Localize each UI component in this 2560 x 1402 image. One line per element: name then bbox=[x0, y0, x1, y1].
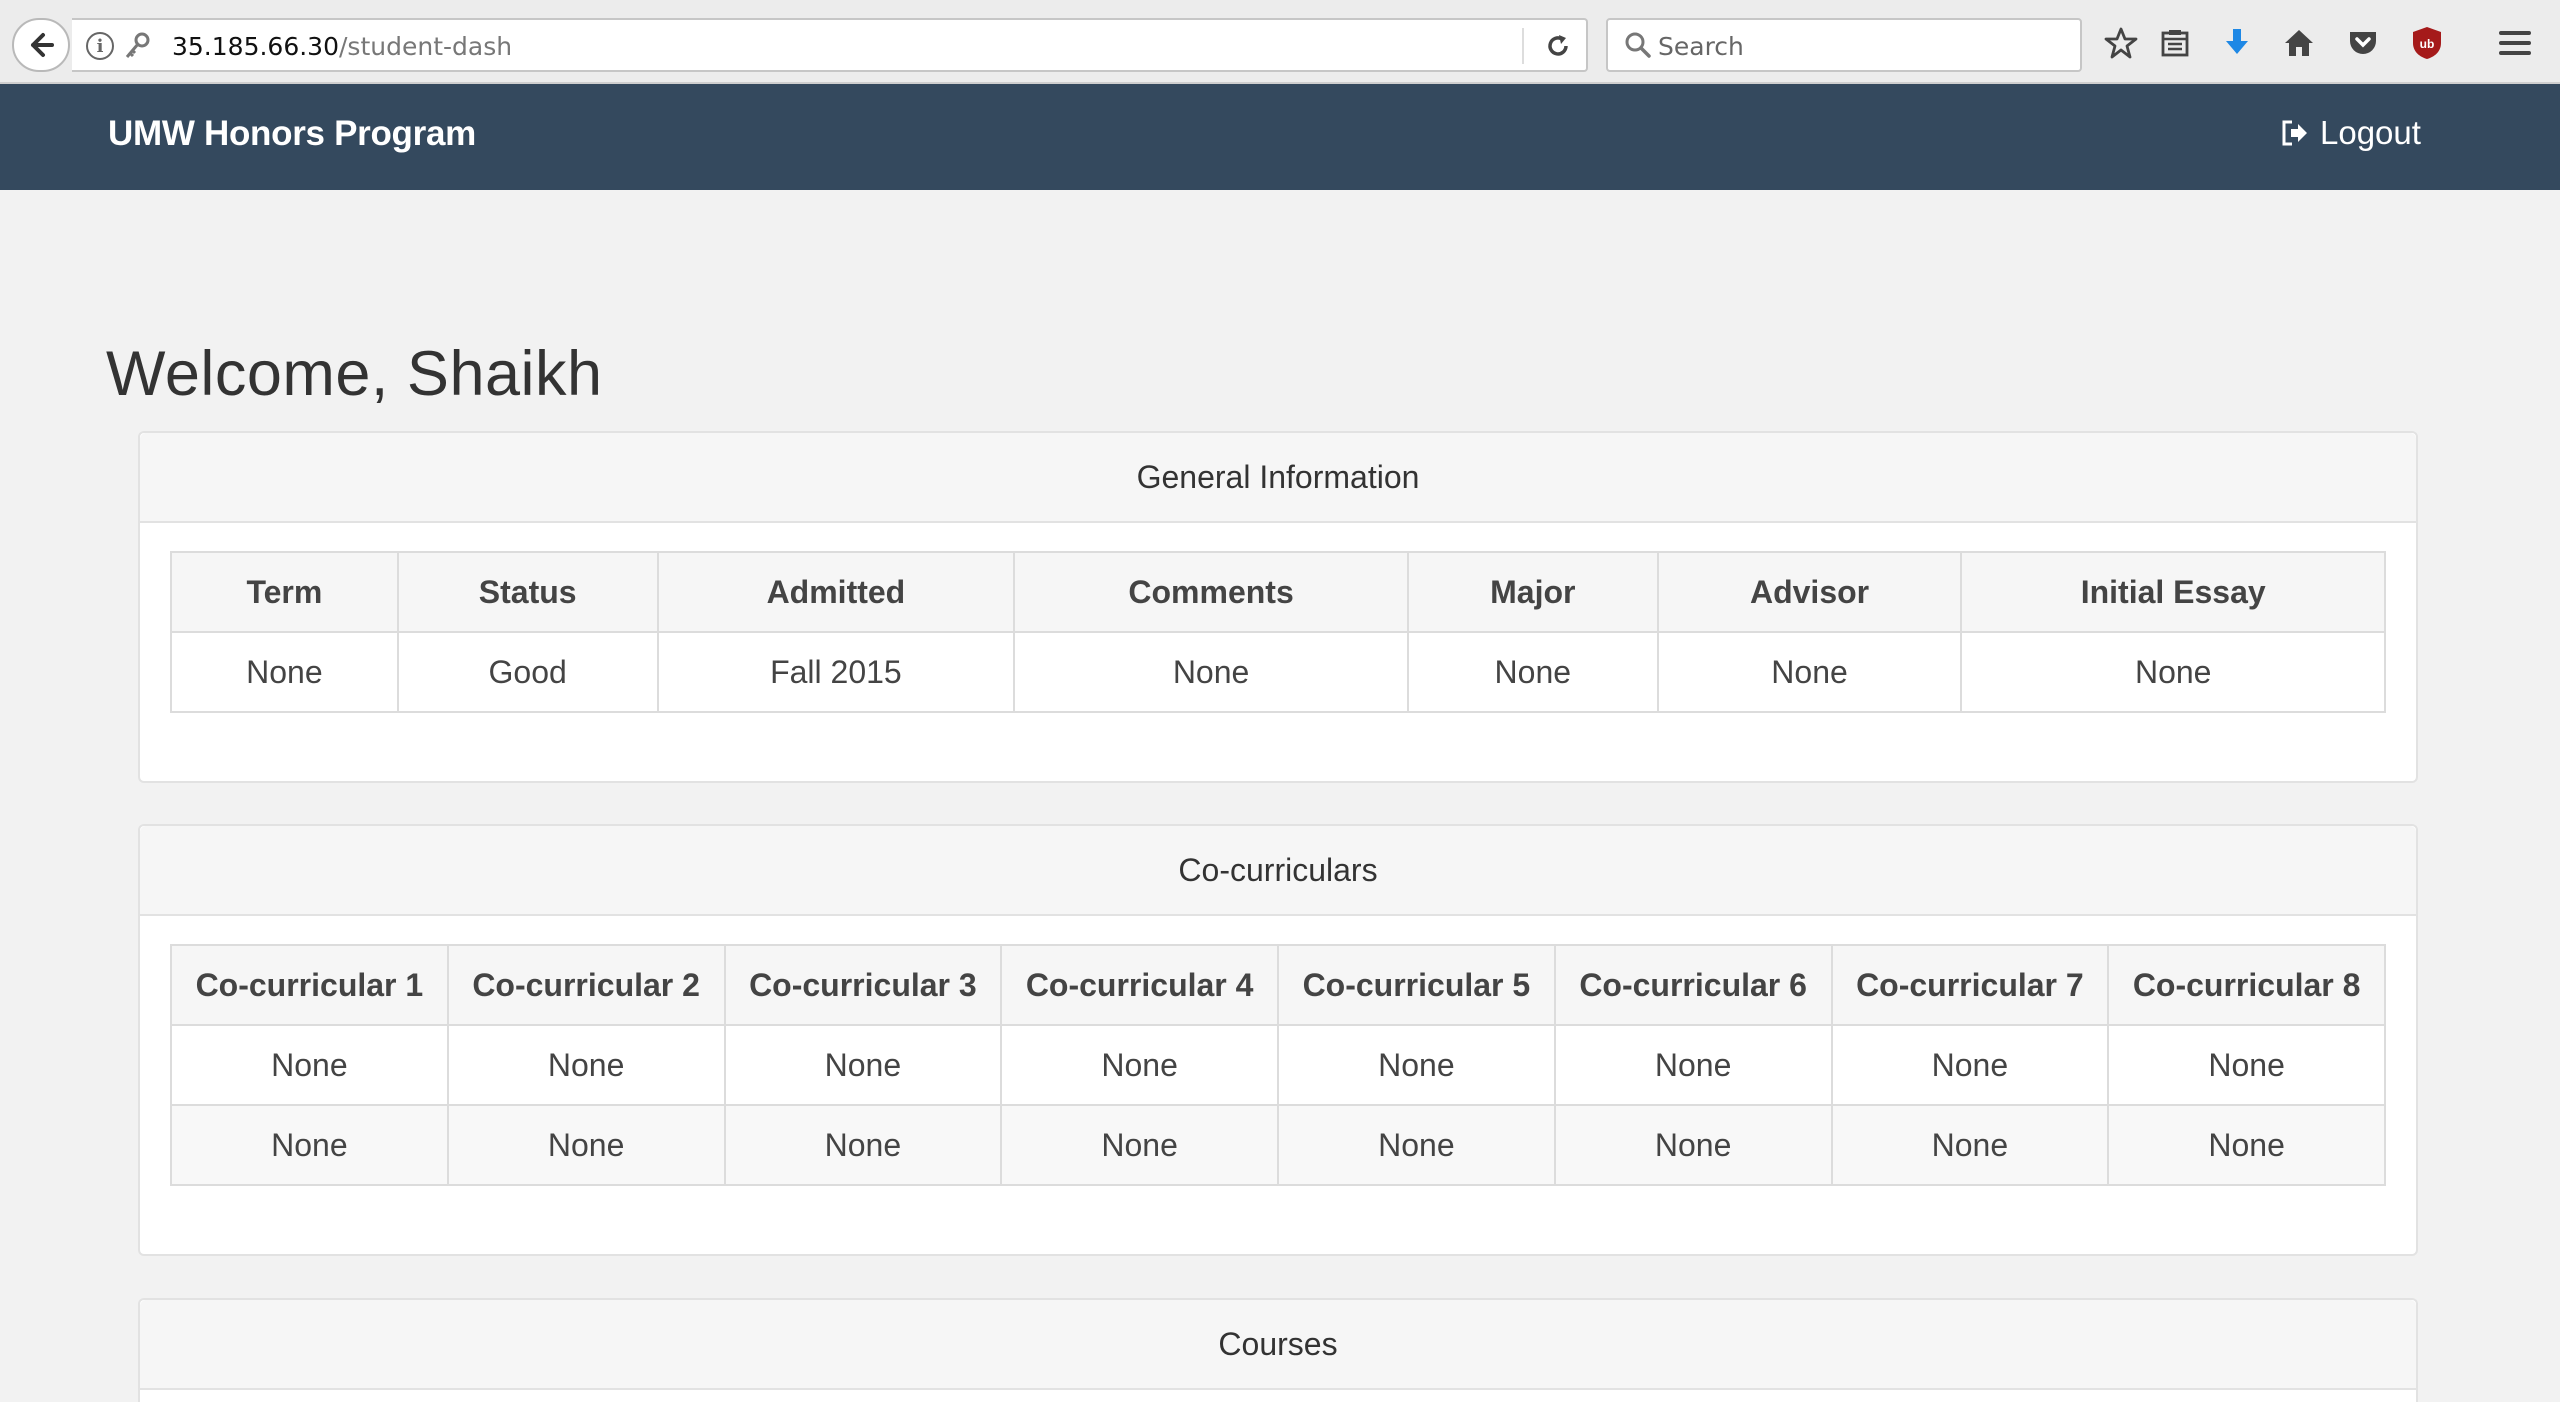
column-header: Advisor bbox=[1656, 551, 1963, 633]
column-header: Co-curricular 3 bbox=[723, 944, 1003, 1026]
table-cell: None bbox=[1830, 1024, 2110, 1106]
table-cell: None bbox=[723, 1104, 1003, 1186]
column-header: Co-curricular 7 bbox=[1830, 944, 2110, 1026]
table-cell: None bbox=[2107, 1104, 2386, 1186]
general-information-panel: General Information Term Status Admitted… bbox=[138, 431, 2418, 783]
reading-list-icon[interactable] bbox=[2152, 20, 2198, 66]
table-cell: None bbox=[446, 1024, 726, 1106]
arrow-left-icon bbox=[31, 33, 54, 57]
browser-toolbar: i 35.185.66.30/student-dash Search ub bbox=[0, 0, 2560, 84]
url-bar[interactable]: i 35.185.66.30/student-dash bbox=[72, 18, 1588, 72]
url-separator bbox=[1522, 28, 1524, 64]
table-row: None None None None None None None None bbox=[170, 1104, 2386, 1186]
table-row: None None None None None None None None bbox=[170, 1024, 2386, 1106]
star-icon[interactable] bbox=[2098, 20, 2144, 66]
general-information-table: Term Status Admitted Comments Major Advi… bbox=[170, 551, 2386, 713]
download-icon[interactable] bbox=[2214, 20, 2260, 66]
table-cell: None bbox=[446, 1104, 726, 1186]
table-cell: None bbox=[170, 1024, 449, 1106]
column-header: Co-curricular 2 bbox=[446, 944, 726, 1026]
search-icon bbox=[1622, 29, 1654, 61]
table-header-row: Term Status Admitted Comments Major Advi… bbox=[170, 551, 2386, 633]
search-input[interactable]: Search bbox=[1658, 32, 1744, 61]
table-cell: None bbox=[1960, 631, 2386, 713]
column-header: Initial Essay bbox=[1960, 551, 2386, 633]
column-header: Term bbox=[170, 551, 399, 633]
svg-text:ub: ub bbox=[2420, 37, 2435, 51]
column-header: Co-curricular 1 bbox=[170, 944, 449, 1026]
reload-button[interactable] bbox=[1538, 26, 1578, 66]
table-cell: Good bbox=[396, 631, 659, 713]
table-cell: None bbox=[170, 631, 399, 713]
table-cell: None bbox=[1000, 1104, 1279, 1186]
app-navbar: UMW Honors Program Logout bbox=[0, 84, 2560, 190]
info-icon[interactable]: i bbox=[86, 32, 114, 60]
pocket-icon[interactable] bbox=[2340, 20, 2386, 66]
table-cell: None bbox=[1000, 1024, 1279, 1106]
courses-heading: Courses bbox=[140, 1300, 2416, 1390]
table-cell: None bbox=[1277, 1024, 1556, 1106]
table-cell: None bbox=[1553, 1104, 1833, 1186]
table-cell: None bbox=[170, 1104, 449, 1186]
table-cell: None bbox=[723, 1024, 1003, 1106]
back-button[interactable] bbox=[12, 18, 70, 72]
table-cell: None bbox=[2107, 1024, 2386, 1106]
table-cell: None bbox=[1277, 1104, 1556, 1186]
brand-logo-text[interactable]: UMW Honors Program bbox=[108, 114, 476, 154]
co-curriculars-heading: Co-curriculars bbox=[140, 826, 2416, 916]
ublock-icon[interactable]: ub bbox=[2404, 20, 2450, 66]
table-cell: None bbox=[1830, 1104, 2110, 1186]
welcome-heading: Welcome, Shaikh bbox=[106, 339, 603, 409]
column-header: Co-curricular 4 bbox=[1000, 944, 1279, 1026]
url-host: 35.185.66.30 bbox=[172, 32, 339, 61]
column-header: Admitted bbox=[656, 551, 1016, 633]
co-curriculars-table: Co-curricular 1 Co-curricular 2 Co-curri… bbox=[170, 944, 2386, 1186]
menu-icon[interactable] bbox=[2492, 20, 2538, 66]
table-cell: None bbox=[1553, 1024, 1833, 1106]
column-header: Comments bbox=[1013, 551, 1409, 633]
table-header-row: Co-curricular 1 Co-curricular 2 Co-curri… bbox=[170, 944, 2386, 1026]
table-row: None Good Fall 2015 None None None None bbox=[170, 631, 2386, 713]
column-header: Status bbox=[396, 551, 659, 633]
courses-panel: Courses bbox=[138, 1298, 2418, 1402]
table-cell: Fall 2015 bbox=[656, 631, 1016, 713]
co-curriculars-panel: Co-curriculars Co-curricular 1 Co-curric… bbox=[138, 824, 2418, 1256]
column-header: Co-curricular 8 bbox=[2107, 944, 2386, 1026]
table-cell: None bbox=[1406, 631, 1659, 713]
table-cell: None bbox=[1656, 631, 1963, 713]
column-header: Co-curricular 5 bbox=[1277, 944, 1556, 1026]
logout-link[interactable]: Logout bbox=[2280, 114, 2421, 152]
general-information-heading: General Information bbox=[140, 433, 2416, 523]
logout-icon bbox=[2282, 120, 2307, 146]
url-text[interactable]: 35.185.66.30/student-dash bbox=[172, 32, 512, 61]
home-icon[interactable] bbox=[2276, 20, 2322, 66]
logout-label: Logout bbox=[2320, 114, 2421, 151]
reload-icon bbox=[1548, 35, 1568, 56]
column-header: Co-curricular 6 bbox=[1553, 944, 1833, 1026]
search-bar[interactable]: Search bbox=[1606, 18, 2082, 72]
column-header: Major bbox=[1406, 551, 1659, 633]
table-cell: None bbox=[1013, 631, 1409, 713]
key-icon[interactable] bbox=[122, 30, 152, 62]
url-path: /student-dash bbox=[339, 32, 513, 61]
